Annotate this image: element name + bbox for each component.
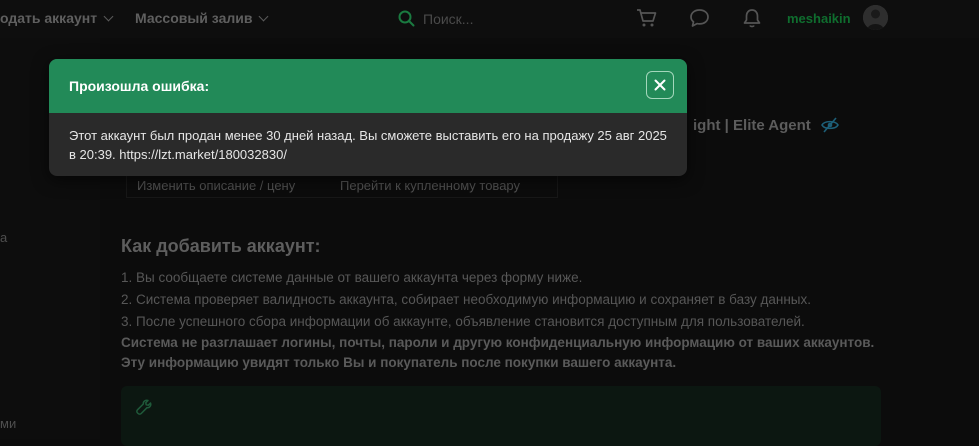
- info-box: [121, 386, 881, 446]
- chevron-down-icon: [259, 11, 269, 22]
- username-link[interactable]: meshaikin: [787, 11, 851, 26]
- bell-icon[interactable]: [742, 8, 762, 29]
- go-to-purchased-item-link[interactable]: Перейти к купленному товару: [340, 178, 520, 193]
- nav-mass-upload[interactable]: Массовый залив: [135, 10, 269, 26]
- account-title-fragment: ight | Elite Agent: [693, 114, 839, 134]
- wrench-icon: [136, 399, 152, 415]
- modal-header: Произошла ошибка:: [49, 59, 687, 113]
- modal-title: Произошла ошибка:: [69, 78, 210, 94]
- nav-sell-account[interactable]: одать аккаунт: [0, 10, 114, 26]
- account-title-text: ight | Elite Agent: [693, 117, 811, 134]
- search-bar[interactable]: Поиск...: [395, 7, 595, 31]
- close-button[interactable]: [646, 71, 674, 99]
- sidebar-item-label[interactable]: а: [0, 230, 7, 245]
- search-input[interactable]: Поиск...: [423, 11, 473, 27]
- how-to-add-heading: Как добавить аккаунт:: [121, 236, 321, 256]
- step-item: 2. Система проверяет валидность аккаунта…: [121, 292, 811, 307]
- sidebar-item-label[interactable]: ми: [0, 416, 16, 431]
- nav-sell-account-label: одать аккаунт: [0, 10, 98, 26]
- nav-mass-upload-label: Массовый залив: [135, 10, 253, 26]
- close-icon: [654, 79, 666, 91]
- top-navigation-bar: одать аккаунт Массовый залив Поиск... me…: [0, 0, 979, 38]
- chevron-down-icon: [103, 11, 114, 22]
- cart-icon[interactable]: [636, 8, 658, 28]
- eye-slash-icon: [821, 117, 839, 133]
- search-icon: [398, 10, 415, 27]
- modal-message: Этот аккаунт был продан менее 30 дней на…: [69, 128, 667, 162]
- edit-description-price-link[interactable]: Изменить описание / цену: [137, 178, 295, 193]
- privacy-note: Система не разглашает логины, почты, пар…: [121, 335, 875, 370]
- chat-icon[interactable]: [689, 8, 710, 28]
- avatar-image: [863, 5, 888, 30]
- step-item: 1. Вы сообщаете системе данные от вашего…: [121, 270, 583, 285]
- error-modal: Произошла ошибка: Этот аккаунт был прода…: [49, 59, 687, 176]
- step-item: 3. После успешного сбора информации об а…: [121, 314, 805, 329]
- avatar[interactable]: [863, 5, 888, 30]
